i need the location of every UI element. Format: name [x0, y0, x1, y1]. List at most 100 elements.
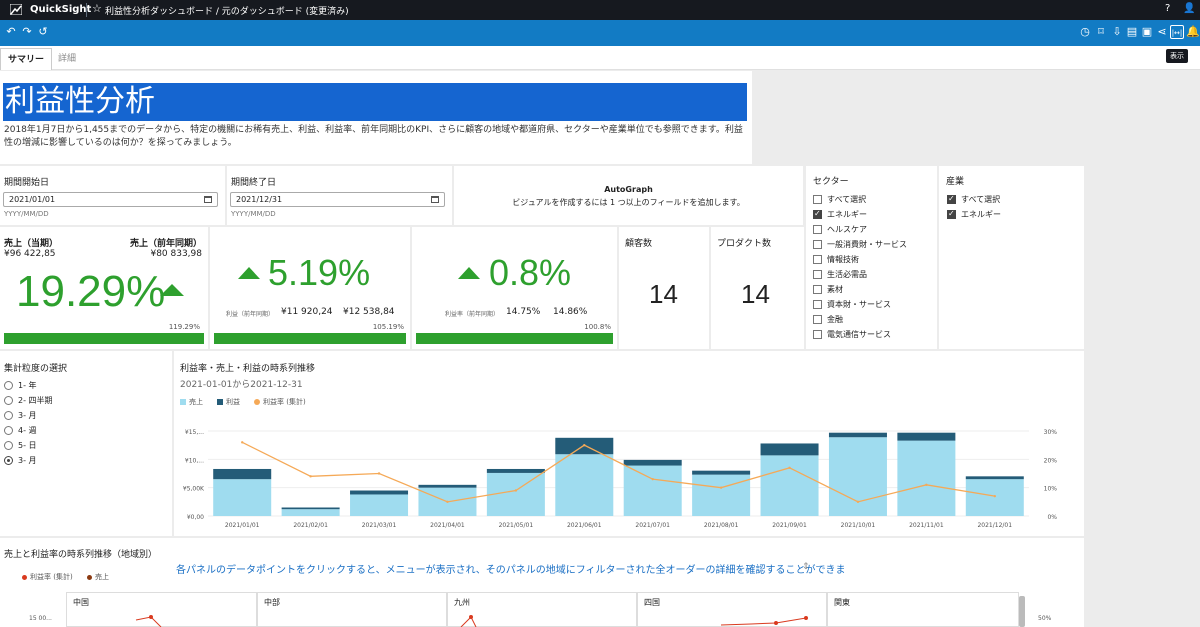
granularity-option-label[interactable]: 5- 日	[18, 440, 37, 451]
profit-bar[interactable]	[486, 468, 545, 473]
industry-checkbox[interactable]	[947, 194, 956, 204]
share-icon[interactable]: ⋖	[1155, 25, 1169, 39]
favorite-star-icon[interactable]: ☆	[92, 2, 102, 15]
profit-bar[interactable]	[281, 507, 340, 510]
granularity-option-label[interactable]: 3- 月	[18, 410, 37, 421]
margin-point[interactable]	[583, 443, 586, 447]
history-icon[interactable]: ◷	[1078, 25, 1092, 39]
granularity-radio[interactable]	[4, 411, 13, 420]
sector-option-label[interactable]: 生活必需品	[827, 269, 867, 280]
sector-option-label[interactable]: すべて選択	[827, 194, 866, 205]
scrollbar[interactable]	[1019, 596, 1025, 627]
save-icon[interactable]: ▣	[1140, 25, 1154, 39]
autograph-panel[interactable]: AutoGraph ビジュアルを作成するには 1 つ以上のフィールドを追加します…	[454, 166, 803, 225]
granularity-option-label[interactable]: 3- 月	[18, 455, 37, 466]
sector-checkbox[interactable]	[813, 300, 822, 309]
margin-point[interactable]	[651, 477, 654, 481]
sector-checkbox[interactable]	[813, 209, 822, 219]
sector-option-label[interactable]: 情報技術	[827, 254, 859, 265]
sector-checkbox[interactable]	[813, 255, 822, 264]
redo-icon[interactable]: ↷	[20, 25, 34, 39]
breadcrumb[interactable]: 利益性分析ダッシュボード / 元のダッシュボード (変更済み)	[105, 4, 349, 17]
industry-checkbox[interactable]	[947, 209, 956, 219]
data-icon[interactable]: ▤	[1125, 25, 1139, 39]
legend-label[interactable]: 売上	[189, 397, 203, 407]
margin-point[interactable]	[856, 500, 860, 504]
products-panel[interactable]: プロダクト数 14	[711, 227, 804, 349]
margin-point[interactable]	[514, 489, 518, 492]
export-icon[interactable]: ⇩	[1110, 25, 1124, 39]
kpi-sales-panel[interactable]: 売上（当期） 売上（前年同期） ¥96 422,85 ¥80 833,98 19…	[0, 227, 208, 349]
sector-option-label[interactable]: 資本財・サービス	[827, 299, 891, 310]
profit-bar[interactable]	[418, 484, 477, 488]
granularity-option-label[interactable]: 4- 週	[18, 425, 37, 436]
profit-bar[interactable]	[350, 490, 409, 495]
granularity-option-label[interactable]: 1- 年	[18, 380, 37, 391]
industry-option-label[interactable]: エネルギー	[961, 209, 1001, 220]
display-icon[interactable]: |↔|	[1170, 25, 1184, 39]
customers-panel[interactable]: 顧客数 14	[619, 227, 709, 349]
sales-bar[interactable]	[281, 509, 340, 516]
profit-bar[interactable]	[760, 443, 819, 456]
sector-option-label[interactable]: 電気通信サービス	[827, 329, 891, 340]
scroll-arrows-icon[interactable]: ⇕	[802, 562, 810, 572]
sector-checkbox[interactable]	[813, 315, 822, 324]
margin-point[interactable]	[993, 494, 996, 498]
sector-option-label[interactable]: 素材	[827, 284, 843, 295]
granularity-radio[interactable]	[4, 381, 13, 390]
user-icon[interactable]: 👤	[1183, 3, 1195, 14]
sales-bar[interactable]	[965, 479, 1024, 516]
industry-option-label[interactable]: すべて選択	[961, 194, 1000, 205]
tab-detail[interactable]: 詳細	[51, 48, 83, 70]
granularity-radio[interactable]	[4, 441, 13, 450]
end-date-input[interactable]: 2021/12/31	[230, 192, 445, 207]
margin-point[interactable]	[241, 441, 244, 444]
sector-option-label[interactable]: エネルギー	[827, 209, 867, 220]
sales-bar[interactable]	[828, 437, 887, 516]
reset-icon[interactable]: ↺	[36, 25, 50, 39]
sales-bar[interactable]	[213, 479, 272, 516]
margin-point[interactable]	[446, 500, 449, 504]
granularity-option-label[interactable]: 2- 四半期	[18, 395, 53, 406]
help-icon[interactable]: ?	[1165, 3, 1170, 14]
sales-bar[interactable]	[692, 474, 751, 516]
sector-option-label[interactable]: 金融	[827, 314, 843, 325]
sales-bar[interactable]	[623, 465, 682, 516]
profit-bar[interactable]	[965, 476, 1024, 480]
profit-bar[interactable]	[213, 468, 272, 480]
sector-option-label[interactable]: ヘルスケア	[827, 224, 867, 235]
granularity-radio[interactable]	[4, 396, 13, 405]
sector-checkbox[interactable]	[813, 285, 822, 294]
notification-icon[interactable]: 🔔	[1186, 25, 1200, 39]
sector-checkbox[interactable]	[813, 225, 822, 234]
sector-checkbox[interactable]	[813, 270, 822, 279]
granularity-radio[interactable]	[4, 456, 13, 465]
sales-bar[interactable]	[555, 454, 614, 516]
start-date-input[interactable]: 2021/01/01	[3, 192, 218, 207]
sales-bar[interactable]	[760, 455, 819, 516]
sector-checkbox[interactable]	[813, 195, 822, 204]
undo-icon[interactable]: ↶	[4, 25, 18, 39]
bookmark-icon[interactable]: ⌑	[1094, 25, 1108, 39]
calendar-icon[interactable]	[204, 196, 212, 203]
kpi-margin-panel[interactable]: 0.8% 利益率（前年同期） 14.75% 14.86% 100.8%	[412, 227, 617, 349]
profit-bar[interactable]	[897, 432, 956, 441]
margin-point[interactable]	[925, 483, 928, 487]
margin-point[interactable]	[377, 472, 381, 475]
sector-checkbox[interactable]	[813, 240, 822, 249]
legend-label[interactable]: 利益	[226, 397, 240, 407]
timeseries-chart[interactable]: ¥0,00 ¥5,00K ¥10,... ¥15,... 0% 10% 20% 30% 2021…	[174, 421, 1084, 536]
margin-point[interactable]	[788, 466, 791, 470]
sector-checkbox[interactable]	[813, 330, 822, 339]
granularity-radio[interactable]	[4, 426, 13, 435]
tab-summary[interactable]: サマリー	[0, 48, 53, 70]
profit-bar[interactable]	[692, 470, 751, 475]
profit-bar[interactable]	[828, 432, 887, 438]
sector-option-label[interactable]: 一般消費財・サービス	[827, 239, 907, 250]
sales-bar[interactable]	[897, 440, 956, 516]
margin-point[interactable]	[309, 475, 312, 478]
calendar-icon[interactable]	[431, 196, 439, 203]
legend-label[interactable]: 利益率 (集計)	[263, 397, 306, 407]
margin-point[interactable]	[719, 486, 723, 489]
profit-bar[interactable]	[623, 459, 682, 466]
